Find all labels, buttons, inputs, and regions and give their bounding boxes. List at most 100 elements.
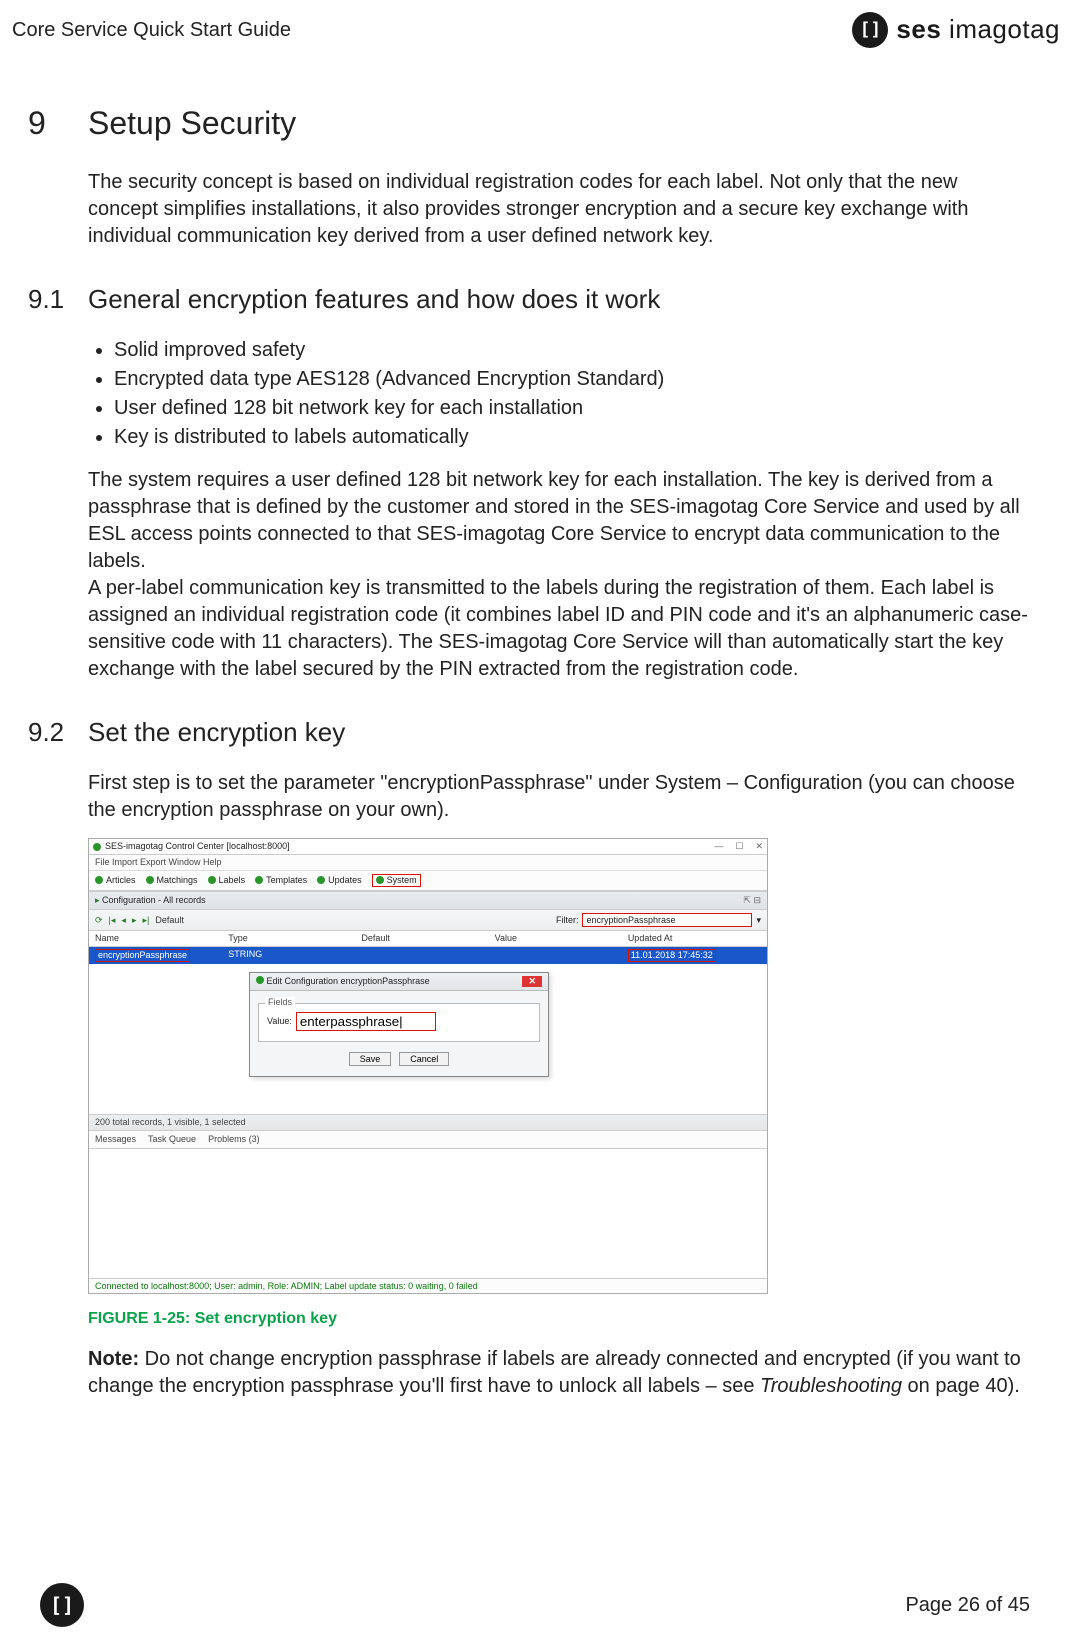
brand-badge-icon: []: [852, 12, 888, 48]
heading-9-1-text: General encryption features and how does…: [88, 282, 660, 317]
heading-9-1: 9.1 General encryption features and how …: [28, 282, 1030, 317]
table-row[interactable]: encryptionPassphrase STRING 11.01.2018 1…: [89, 947, 767, 964]
status-dot-icon: [93, 843, 101, 851]
status-dot-icon: [376, 876, 384, 884]
table-body-area: Edit Configuration encryptionPassphrase …: [89, 964, 767, 1114]
tab-labels[interactable]: Labels: [208, 875, 246, 886]
screenshot-figure: SES-imagotag Control Center [localhost:8…: [88, 838, 768, 1294]
note-text-2: on page 40).: [902, 1375, 1020, 1397]
heading-9-2-number: 9.2: [28, 715, 88, 750]
page-header: Core Service Quick Start Guide [] ses im…: [0, 0, 1078, 54]
tab-system[interactable]: System: [372, 874, 421, 887]
brand-light: imagotag: [941, 14, 1060, 44]
heading-1-number: 9: [28, 102, 88, 145]
tab-problems[interactable]: Problems (3): [208, 1134, 260, 1145]
feature-list: Solid improved safety Encrypted data typ…: [114, 337, 1030, 451]
lower-panel: [89, 1148, 767, 1278]
figure-caption: FIGURE 1-25: Set encryption key: [88, 1308, 1030, 1330]
col-name[interactable]: Name: [95, 933, 228, 944]
note-troubleshooting-link: Troubleshooting: [760, 1375, 902, 1397]
toolbar-default[interactable]: Default: [155, 915, 184, 926]
table-header: Name Type Default Value Updated At: [89, 931, 767, 947]
refresh-icon[interactable]: ⟳: [95, 915, 103, 926]
cell-default: [361, 949, 494, 962]
heading-1-text: Setup Security: [88, 102, 296, 145]
cancel-button[interactable]: Cancel: [399, 1052, 449, 1066]
tab-label: Matchings: [157, 875, 198, 886]
value-label: Value:: [267, 1016, 292, 1027]
intro-paragraph: The security concept is based on individ…: [88, 169, 1030, 250]
col-updated[interactable]: Updated At: [628, 933, 761, 944]
window-title: SES-imagotag Control Center [localhost:8…: [105, 841, 290, 852]
toolbar: ⟳ |◂ ◂ ▸ ▸| Default Filter: encryptionPa…: [89, 910, 767, 932]
edit-dialog: Edit Configuration encryptionPassphrase …: [249, 972, 549, 1077]
tab-messages[interactable]: Messages: [95, 1134, 136, 1145]
brand-text: ses imagotag: [896, 12, 1060, 47]
tab-label: Articles: [106, 875, 136, 886]
list-item: Solid improved safety: [114, 337, 1030, 364]
filter-dropdown-icon[interactable]: ▾: [756, 915, 761, 926]
list-item: Encrypted data type AES128 (Advanced Enc…: [114, 366, 1030, 393]
col-default[interactable]: Default: [361, 933, 494, 944]
cell-value: [495, 949, 628, 962]
fieldset-legend: Fields: [265, 997, 295, 1008]
doc-title: Core Service Quick Start Guide: [12, 17, 291, 44]
status-dot-icon: [208, 876, 216, 884]
window-titlebar: SES-imagotag Control Center [localhost:8…: [89, 839, 767, 855]
heading-9-1-number: 9.1: [28, 282, 88, 317]
tab-updates[interactable]: Updates: [317, 875, 362, 886]
lower-tabs: Messages Task Queue Problems (3): [89, 1130, 767, 1148]
col-type[interactable]: Type: [228, 933, 361, 944]
section-92-paragraph: First step is to set the parameter "encr…: [88, 770, 1030, 824]
dialog-title: Edit Configuration encryptionPassphrase: [267, 976, 430, 986]
tab-label: System: [387, 875, 417, 886]
status-dot-icon: [255, 876, 263, 884]
list-item: User defined 128 bit network key for eac…: [114, 395, 1030, 422]
tab-label: Updates: [328, 875, 362, 886]
section-91-paragraph: The system requires a user defined 128 b…: [88, 467, 1030, 683]
cell-name: encryptionPassphrase: [95, 949, 190, 962]
tab-templates[interactable]: Templates: [255, 875, 307, 886]
save-button[interactable]: Save: [349, 1052, 392, 1066]
dialog-close-icon[interactable]: ✕: [522, 976, 542, 987]
status-dot-icon: [317, 876, 325, 884]
heading-1: 9 Setup Security: [28, 102, 1030, 145]
note-label: Note:: [88, 1348, 139, 1370]
status-dot-icon: [146, 876, 154, 884]
fields-fieldset: Fields Value:: [258, 1003, 540, 1042]
next-page-icon[interactable]: ▸: [132, 915, 137, 926]
document-content: 9 Setup Security The security concept is…: [0, 102, 1078, 1400]
page-number: Page 26 of 45: [905, 1592, 1030, 1619]
status-dot-icon: [256, 976, 264, 984]
footer-badge-icon: []: [40, 1583, 84, 1627]
tab-label: Templates: [266, 875, 307, 886]
first-page-icon[interactable]: |◂: [109, 915, 116, 926]
col-value[interactable]: Value: [495, 933, 628, 944]
tab-articles[interactable]: Articles: [95, 875, 136, 886]
tab-matchings[interactable]: Matchings: [146, 875, 198, 886]
panel-header: ▸ Configuration - All records ⇱ ⊟: [89, 891, 767, 910]
note-paragraph: Note: Do not change encryption passphras…: [88, 1346, 1030, 1400]
tab-task-queue[interactable]: Task Queue: [148, 1134, 196, 1145]
minimize-icon[interactable]: —: [714, 841, 723, 852]
brand-logo: [] ses imagotag: [852, 12, 1060, 48]
list-item: Key is distributed to labels automatical…: [114, 424, 1030, 451]
panel-title: Configuration - All records: [102, 895, 206, 905]
heading-9-2: 9.2 Set the encryption key: [28, 715, 1030, 750]
last-page-icon[interactable]: ▸|: [142, 915, 149, 926]
page-footer: [] Page 26 of 45: [0, 1583, 1078, 1627]
connection-status: Connected to localhost:8000; User: admin…: [89, 1278, 767, 1294]
close-icon[interactable]: ✕: [755, 841, 763, 852]
panel-pin-icon[interactable]: ⇱ ⊟: [743, 895, 761, 906]
passphrase-input[interactable]: [296, 1012, 436, 1031]
filter-input[interactable]: encryptionPassphrase: [582, 913, 752, 928]
tab-label: Labels: [219, 875, 246, 886]
brand-bold: ses: [896, 14, 941, 44]
cell-updated: 11.01.2018 17:45:32: [628, 949, 716, 962]
filter-label: Filter:: [556, 915, 579, 926]
prev-page-icon[interactable]: ◂: [121, 915, 126, 926]
main-tabs: Articles Matchings Labels Templates Upda…: [89, 871, 767, 891]
records-status: 200 total records, 1 visible, 1 selected: [89, 1114, 767, 1130]
menubar[interactable]: File Import Export Window Help: [89, 855, 767, 871]
maximize-icon[interactable]: ☐: [735, 841, 743, 852]
